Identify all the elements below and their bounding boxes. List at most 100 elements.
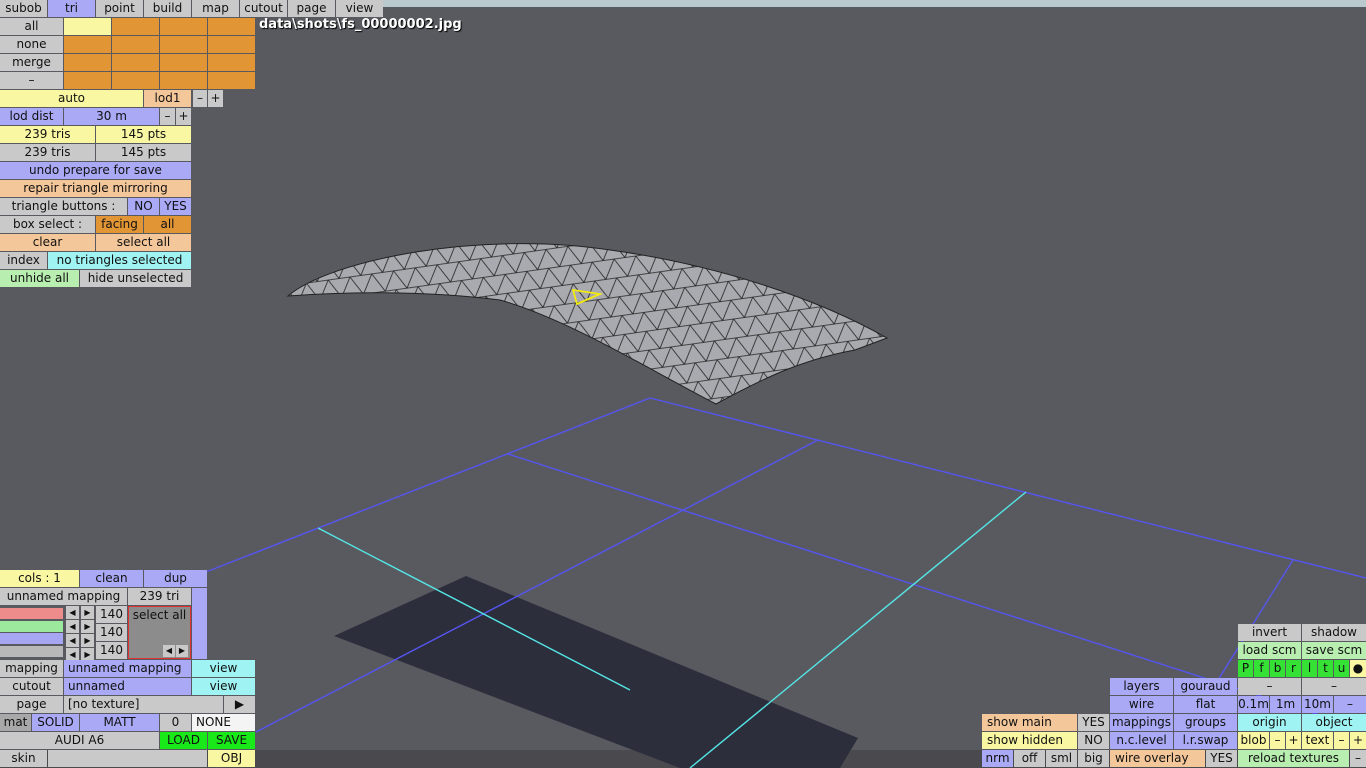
red-slider[interactable] xyxy=(0,608,63,619)
cutout-field[interactable]: unnamed xyxy=(64,678,191,695)
auto-button[interactable]: auto xyxy=(0,90,143,107)
view-dot-icon[interactable]: ● xyxy=(1350,660,1366,677)
scale-01m-button[interactable]: 0.1m xyxy=(1238,696,1269,713)
group-slot[interactable] xyxy=(160,72,207,89)
green-slider[interactable] xyxy=(0,621,63,632)
red-left-arrow-icon[interactable]: ◀ xyxy=(66,606,79,619)
group-slot[interactable] xyxy=(160,54,207,71)
mat-zero-value[interactable]: 0 xyxy=(160,714,191,731)
page-arrow-icon[interactable]: ▶ xyxy=(224,696,255,713)
repair-mirroring-button[interactable]: repair triangle mirroring xyxy=(0,180,191,197)
page-texture-field[interactable]: [no texture] xyxy=(64,696,223,713)
text-minus-button[interactable]: – xyxy=(1334,732,1349,749)
green-right-arrow-icon[interactable]: ▶ xyxy=(81,620,94,633)
cutout-view-button[interactable]: view xyxy=(192,678,255,695)
nclevel-button[interactable]: n.c.level xyxy=(1110,732,1173,749)
merge-button[interactable]: merge xyxy=(0,54,63,71)
lod-dist-minus-button[interactable]: – xyxy=(160,108,175,125)
text-button[interactable]: text xyxy=(1302,732,1333,749)
scale-minus-button[interactable]: – xyxy=(1334,696,1366,713)
select-none-button[interactable]: none xyxy=(0,36,63,53)
lod-dist-plus-button[interactable]: + xyxy=(176,108,191,125)
blue-left-arrow-icon[interactable]: ◀ xyxy=(66,634,79,647)
menu-point[interactable]: point xyxy=(96,0,143,17)
cols-label[interactable]: cols : 1 xyxy=(0,570,79,587)
clean-button[interactable]: clean xyxy=(80,570,143,587)
hide-unselected-button[interactable]: hide unselected xyxy=(80,270,191,287)
menu-view[interactable]: view xyxy=(336,0,383,17)
scale-1m-button[interactable]: 1m xyxy=(1270,696,1301,713)
group-slot[interactable] xyxy=(208,36,255,53)
text-plus-button[interactable]: + xyxy=(1350,732,1366,749)
clear-button[interactable]: clear xyxy=(0,234,95,251)
menu-map[interactable]: map xyxy=(192,0,239,17)
mapping-view-button[interactable]: view xyxy=(192,660,255,677)
group-slot[interactable] xyxy=(160,18,207,35)
big-button[interactable]: big xyxy=(1078,750,1109,767)
lrswap-button[interactable]: l.r.swap xyxy=(1174,732,1237,749)
alpha-slider[interactable] xyxy=(0,646,63,657)
scale-10m-button[interactable]: 10m xyxy=(1302,696,1333,713)
swatch-right-arrow-icon[interactable]: ▶ xyxy=(176,645,188,657)
obj-button[interactable]: OBJ xyxy=(208,750,255,767)
blob-plus-button[interactable]: + xyxy=(1286,732,1301,749)
dash-button-1[interactable]: – xyxy=(1238,678,1301,695)
group-slot[interactable] xyxy=(112,36,159,53)
view-f-button[interactable]: f xyxy=(1254,660,1269,677)
blob-button[interactable]: blob xyxy=(1238,732,1269,749)
group-slot[interactable] xyxy=(64,18,111,35)
group-slot[interactable] xyxy=(160,36,207,53)
save-button[interactable]: SAVE xyxy=(208,732,255,749)
layers-button[interactable]: layers xyxy=(1110,678,1173,695)
select-all-tris-button[interactable]: select all xyxy=(96,234,191,251)
matt-button[interactable]: MATT xyxy=(80,714,159,731)
group-slot[interactable] xyxy=(112,18,159,35)
menu-page[interactable]: page xyxy=(288,0,335,17)
mat-none-field[interactable]: NONE xyxy=(192,714,255,731)
select-all-button[interactable]: all xyxy=(0,18,63,35)
group-slot[interactable] xyxy=(208,54,255,71)
view-r-button[interactable]: r xyxy=(1286,660,1301,677)
reload-textures-button[interactable]: reload textures xyxy=(1238,750,1349,767)
blob-minus-button[interactable]: – xyxy=(1270,732,1285,749)
color-swatch[interactable]: select all ◀ ▶ xyxy=(128,606,191,659)
view-t-button[interactable]: t xyxy=(1318,660,1333,677)
invert-button[interactable]: invert xyxy=(1238,624,1301,641)
tri-buttons-no[interactable]: NO xyxy=(128,198,159,215)
group-slot[interactable] xyxy=(64,72,111,89)
view-P-button[interactable]: P xyxy=(1238,660,1253,677)
sml-button[interactable]: sml xyxy=(1046,750,1077,767)
menu-build[interactable]: build xyxy=(144,0,191,17)
view-u-button[interactable]: u xyxy=(1334,660,1349,677)
box-select-facing[interactable]: facing xyxy=(96,216,143,233)
wire-button[interactable]: wire xyxy=(1110,696,1173,713)
dash-button-2[interactable]: – xyxy=(1302,678,1366,695)
group-slot[interactable] xyxy=(208,18,255,35)
groups-button[interactable]: groups xyxy=(1174,714,1237,731)
group-slot[interactable] xyxy=(64,54,111,71)
swatch-select-all[interactable]: select all xyxy=(129,607,190,624)
tri-buttons-yes[interactable]: YES xyxy=(160,198,191,215)
solid-button[interactable]: SOLID xyxy=(32,714,79,731)
dash-button[interactable]: – xyxy=(0,72,63,89)
menu-subob[interactable]: subob xyxy=(0,0,47,17)
nrm-button[interactable]: nrm xyxy=(982,750,1013,767)
green-left-arrow-icon[interactable]: ◀ xyxy=(66,620,79,633)
wire-overlay-yes[interactable]: YES xyxy=(1206,750,1237,767)
red-right-arrow-icon[interactable]: ▶ xyxy=(81,606,94,619)
lod-dist-value[interactable]: 30 m xyxy=(64,108,159,125)
dup-button[interactable]: dup xyxy=(144,570,207,587)
index-button[interactable]: index xyxy=(0,252,47,269)
skin-field[interactable] xyxy=(48,750,207,767)
swatch-left-arrow-icon[interactable]: ◀ xyxy=(163,645,175,657)
view-l-button[interactable]: l xyxy=(1302,660,1317,677)
load-scm-button[interactable]: load scm xyxy=(1238,642,1301,659)
object-button[interactable]: object xyxy=(1302,714,1366,731)
flat-button[interactable]: flat xyxy=(1174,696,1237,713)
blue-slider[interactable] xyxy=(0,633,63,644)
box-select-all[interactable]: all xyxy=(144,216,191,233)
reload-minus-button[interactable]: – xyxy=(1350,750,1366,767)
undo-prepare-button[interactable]: undo prepare for save xyxy=(0,162,191,179)
group-slot[interactable] xyxy=(112,72,159,89)
show-hidden-no[interactable]: NO xyxy=(1078,732,1109,749)
